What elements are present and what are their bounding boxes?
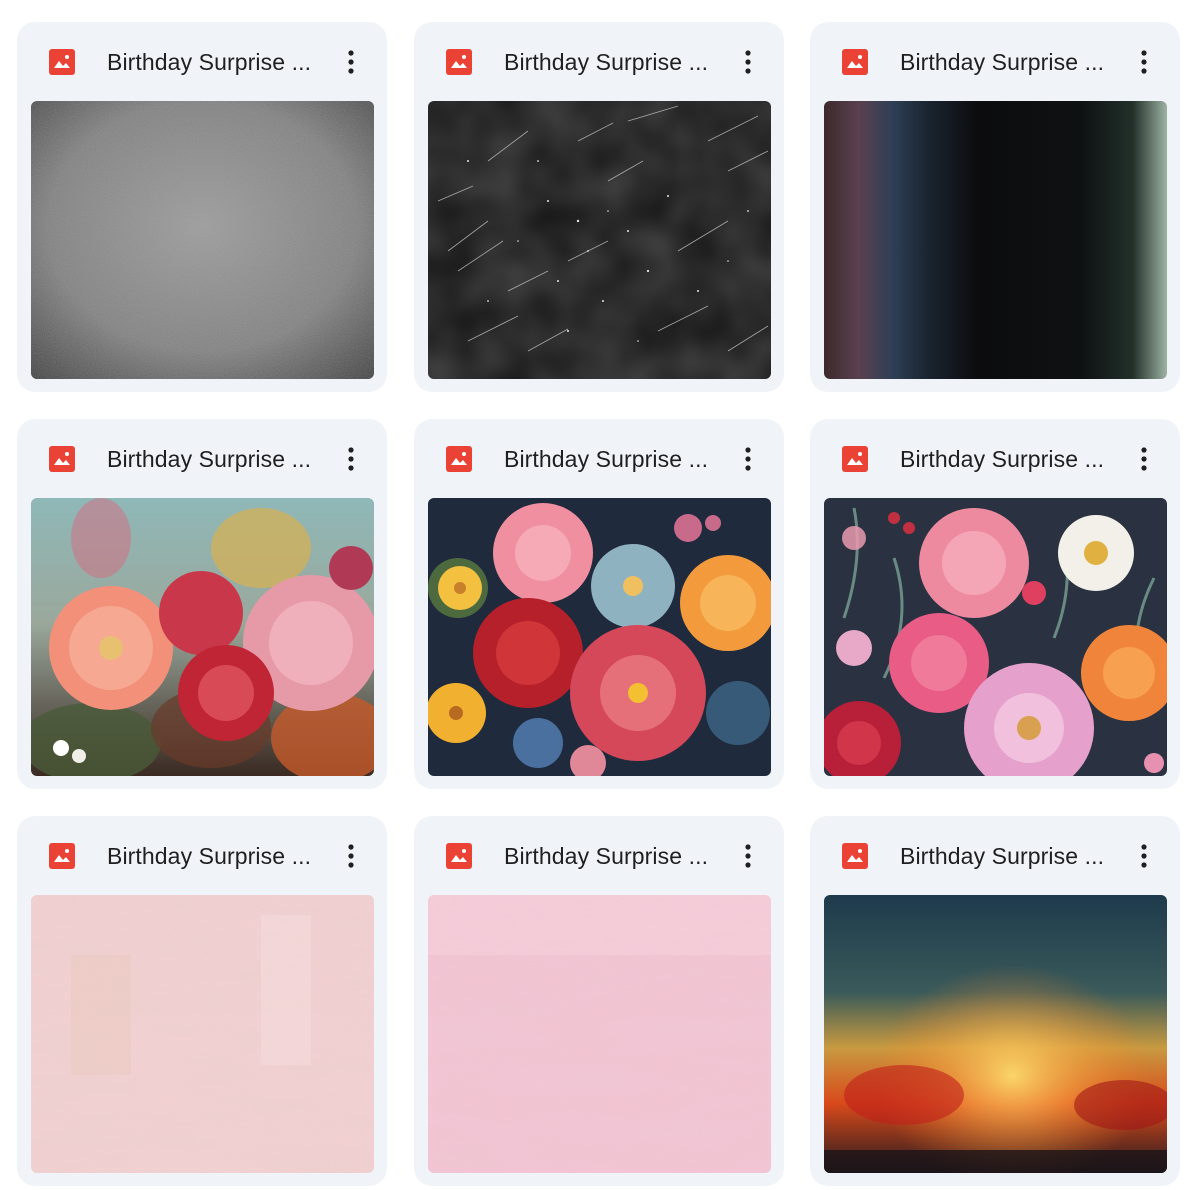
more-vert-icon xyxy=(745,844,751,868)
file-card[interactable]: Birthday Surprise ... xyxy=(414,22,784,392)
file-thumbnail[interactable] xyxy=(824,498,1167,776)
file-card-header: Birthday Surprise ... xyxy=(414,816,784,894)
more-vert-icon xyxy=(1141,844,1147,868)
pink-orange-floral-dark xyxy=(824,498,1167,776)
more-options-button[interactable] xyxy=(335,44,367,80)
pink-plaster-texture xyxy=(428,895,771,1173)
more-options-button[interactable] xyxy=(732,44,764,80)
dark-light-leak-texture xyxy=(824,101,1167,379)
more-vert-icon xyxy=(348,844,354,868)
image-file-icon xyxy=(842,843,868,869)
more-vert-icon xyxy=(348,447,354,471)
file-card-header: Birthday Surprise ... xyxy=(17,22,387,100)
file-card[interactable]: Birthday Surprise ... xyxy=(810,816,1180,1186)
file-thumbnail[interactable] xyxy=(824,101,1167,379)
file-thumbnail[interactable] xyxy=(31,895,374,1173)
file-card-header: Birthday Surprise ... xyxy=(810,816,1180,894)
file-card[interactable]: Birthday Surprise ... xyxy=(17,816,387,1186)
file-card[interactable]: Birthday Surprise ... xyxy=(810,22,1180,392)
image-file-icon xyxy=(446,49,472,75)
image-file-icon xyxy=(446,446,472,472)
gray-noise-texture xyxy=(31,101,374,379)
file-thumbnail[interactable] xyxy=(428,101,771,379)
colorful-3d-flowers xyxy=(428,498,771,776)
file-thumbnail[interactable] xyxy=(428,498,771,776)
file-thumbnail[interactable] xyxy=(824,895,1167,1173)
fire-glow-abstract xyxy=(824,895,1167,1173)
black-scratched-texture xyxy=(428,101,771,379)
more-options-button[interactable] xyxy=(732,838,764,874)
more-options-button[interactable] xyxy=(335,838,367,874)
file-thumbnail[interactable] xyxy=(31,101,374,379)
file-card-header: Birthday Surprise ... xyxy=(810,22,1180,100)
file-card[interactable]: Birthday Surprise ... xyxy=(414,419,784,789)
more-vert-icon xyxy=(745,50,751,74)
more-vert-icon xyxy=(1141,50,1147,74)
more-vert-icon xyxy=(745,447,751,471)
file-card[interactable]: Birthday Surprise ... xyxy=(810,419,1180,789)
image-file-icon xyxy=(842,446,868,472)
file-card-header: Birthday Surprise ... xyxy=(17,816,387,894)
image-file-icon xyxy=(446,843,472,869)
more-vert-icon xyxy=(1141,447,1147,471)
image-file-icon xyxy=(49,446,75,472)
file-card[interactable]: Birthday Surprise ... xyxy=(17,22,387,392)
image-file-icon xyxy=(49,843,75,869)
file-grid: Birthday Surprise ... Birthday Surprise … xyxy=(0,0,1190,1190)
more-options-button[interactable] xyxy=(732,441,764,477)
image-file-icon xyxy=(49,49,75,75)
more-options-button[interactable] xyxy=(1128,44,1160,80)
file-card[interactable]: Birthday Surprise ... xyxy=(17,419,387,789)
file-card-header: Birthday Surprise ... xyxy=(414,22,784,100)
file-name: Birthday Surprise ... xyxy=(504,446,709,472)
file-name: Birthday Surprise ... xyxy=(504,49,709,75)
file-card-header: Birthday Surprise ... xyxy=(17,419,387,497)
file-name: Birthday Surprise ... xyxy=(900,843,1105,869)
file-card-header: Birthday Surprise ... xyxy=(810,419,1180,497)
file-name: Birthday Surprise ... xyxy=(107,843,312,869)
more-options-button[interactable] xyxy=(1128,441,1160,477)
more-options-button[interactable] xyxy=(335,441,367,477)
file-name: Birthday Surprise ... xyxy=(900,446,1105,472)
image-file-icon xyxy=(842,49,868,75)
file-name: Birthday Surprise ... xyxy=(900,49,1105,75)
file-name: Birthday Surprise ... xyxy=(107,446,312,472)
painted-peony-bouquet xyxy=(31,498,374,776)
more-options-button[interactable] xyxy=(1128,838,1160,874)
file-card[interactable]: Birthday Surprise ... xyxy=(414,816,784,1186)
file-card-header: Birthday Surprise ... xyxy=(414,419,784,497)
more-vert-icon xyxy=(348,50,354,74)
file-name: Birthday Surprise ... xyxy=(504,843,709,869)
file-thumbnail[interactable] xyxy=(31,498,374,776)
file-thumbnail[interactable] xyxy=(428,895,771,1173)
pale-pink-grunge-texture xyxy=(31,895,374,1173)
file-name: Birthday Surprise ... xyxy=(107,49,312,75)
